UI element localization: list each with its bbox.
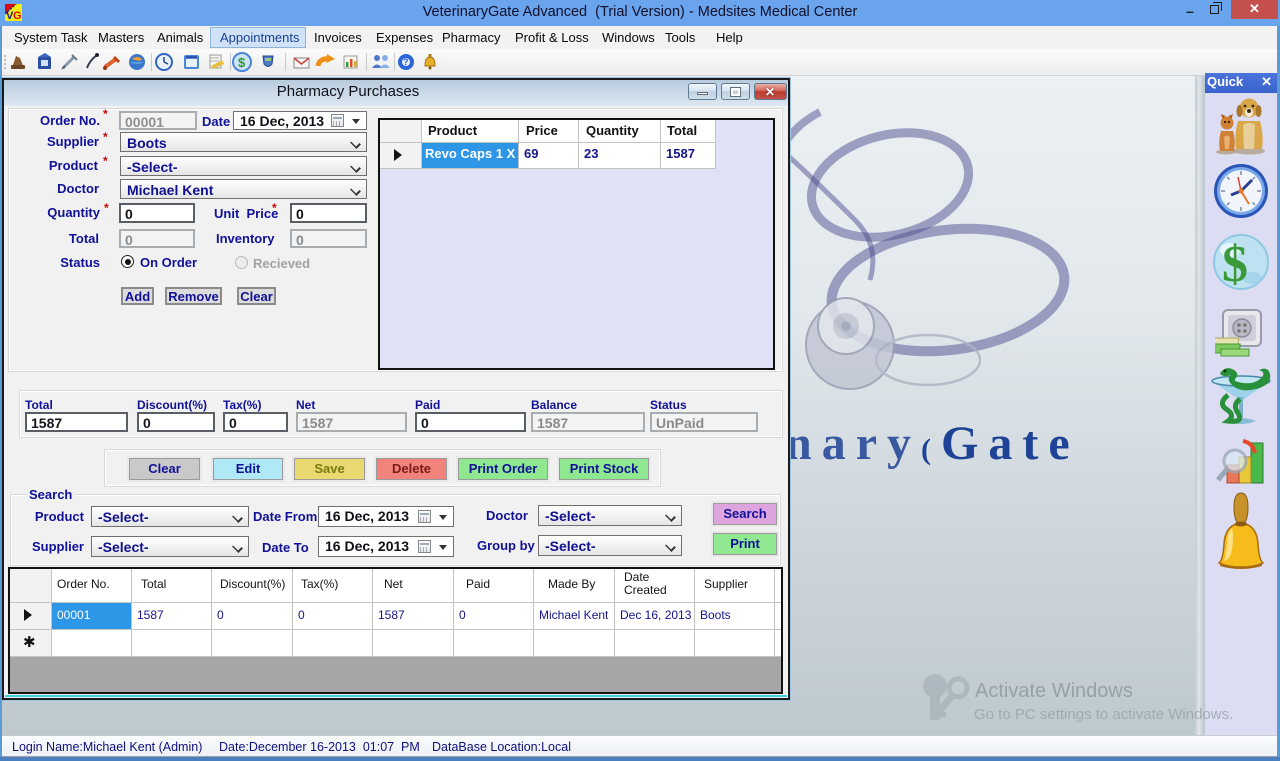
- svg-text:G: G: [13, 10, 22, 21]
- svg-text:?: ?: [403, 57, 409, 67]
- svg-text:$: $: [1222, 236, 1248, 292]
- svg-text:$: $: [238, 55, 246, 70]
